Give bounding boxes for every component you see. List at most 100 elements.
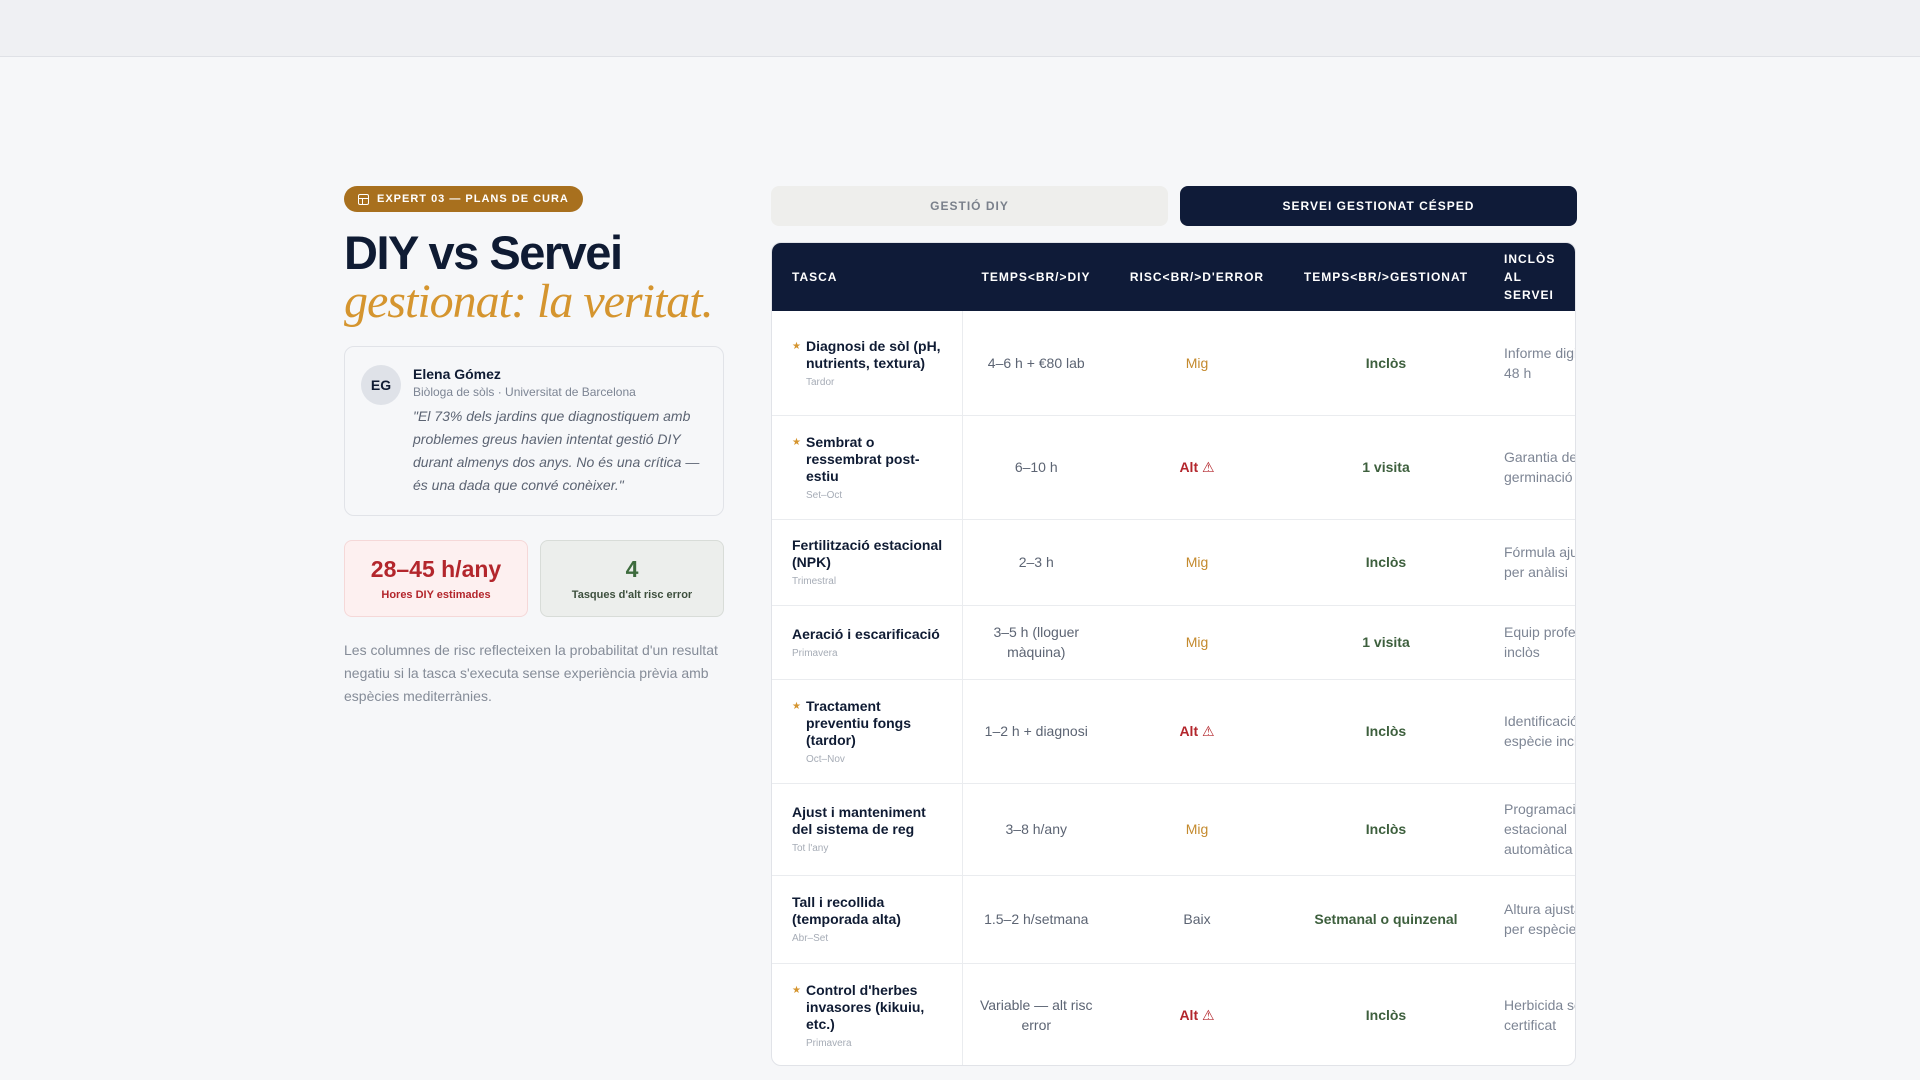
managed-time-cell: Inclòs bbox=[1284, 783, 1488, 876]
table-header-row: TASCA TEMPS<BR/>DIY RISC<BR/>D'ERROR TEM… bbox=[772, 243, 1575, 311]
table-row: ★ Diagnosi de sòl (pH, nutrients, textura… bbox=[772, 311, 1575, 416]
task-cell: ★ Sembrat o ressembrat post-estiu Set–Oct bbox=[772, 415, 963, 520]
star-icon: ★ bbox=[792, 984, 801, 996]
managed-time-cell: Inclòs bbox=[1284, 519, 1488, 606]
table-row: ★ Control d'herbes invasores (kikuiu, etc… bbox=[772, 963, 1575, 1065]
page-subtitle: gestionat: la veritat. bbox=[344, 275, 714, 328]
stats-row: 28–45 h/any Hores DIY estimades 4 Tasque… bbox=[344, 540, 724, 617]
view-tabs: GESTIÓ DIY SERVEI GESTIONAT CÉSPED bbox=[771, 186, 1577, 226]
header-task: TASCA bbox=[772, 243, 962, 311]
included-cell: Identificació espècie inclosa bbox=[1488, 679, 1575, 784]
stat-diy-hours: 28–45 h/any Hores DIY estimades bbox=[344, 540, 528, 617]
task-cell: ★ Tractament preventiu fongs (tardor) Oct–… bbox=[772, 679, 963, 784]
task-season: Abr–Set bbox=[792, 933, 829, 944]
tab-diy[interactable]: GESTIÓ DIY bbox=[771, 186, 1168, 226]
header-error-risk: RISC<BR/>D'ERROR bbox=[1110, 243, 1284, 311]
table-row: Tall i recollida (temporada alta) Abr–Set… bbox=[772, 875, 1575, 964]
task-cell: Fertilització estacional (NPK) Trimestral bbox=[772, 519, 963, 606]
task-cell: Aeració i escarificació Primavera bbox=[772, 605, 963, 680]
diy-time-cell: 4–6 h + €80 lab bbox=[962, 311, 1110, 416]
managed-time-cell: Setmanal o quinzenal bbox=[1284, 875, 1488, 964]
stat-value: 4 bbox=[625, 556, 639, 582]
avatar: EG bbox=[361, 365, 401, 405]
risk-note: Les columnes de risc reflecteixen la pro… bbox=[344, 642, 718, 704]
managed-time-cell: Inclòs bbox=[1284, 311, 1488, 416]
risk-value: Mig bbox=[1185, 354, 1209, 371]
task-name: Sembrat o ressembrat post-estiu bbox=[806, 433, 920, 484]
task-cell: ★ Control d'herbes invasores (kikuiu, etc… bbox=[772, 963, 963, 1065]
task-season: Primavera bbox=[792, 647, 838, 659]
expert-quote: "El 73% dels jardins que diagnostiquem a… bbox=[413, 408, 700, 493]
task-name: Tractament preventiu fongs (tardor) bbox=[806, 697, 912, 748]
stat-label: Hores DIY estimades bbox=[381, 589, 491, 601]
managed-time-cell: Inclòs bbox=[1284, 963, 1488, 1065]
top-bar bbox=[0, 0, 1920, 57]
included-cell: Herbicida selectiu certificat bbox=[1488, 963, 1575, 1065]
tab-managed-service[interactable]: SERVEI GESTIONAT CÉSPED bbox=[1180, 186, 1577, 226]
stat-value: 28–45 h/any bbox=[370, 556, 502, 582]
task-name: Control d'herbes invasores (kikuiu, etc.… bbox=[806, 981, 925, 1032]
task-name: Ajust i manteniment del sistema de reg bbox=[792, 804, 926, 837]
task-name: Diagnosi de sòl (pH, nutrients, textura) bbox=[806, 337, 941, 371]
managed-time-cell: 1 visita bbox=[1284, 415, 1488, 520]
star-icon: ★ bbox=[792, 340, 801, 352]
risk-cell: Mig bbox=[1110, 311, 1284, 416]
risk-value: Alt ⚠ bbox=[1179, 458, 1215, 475]
task-name: Tall i recollida (temporada alta) bbox=[792, 894, 901, 927]
risk-cell: Mig bbox=[1110, 605, 1284, 680]
task-cell: Tall i recollida (temporada alta) Abr–Set bbox=[772, 875, 963, 964]
page-title: DIY vs Servei bbox=[344, 226, 623, 279]
header-managed-time: TEMPS<BR/>GESTIONAT bbox=[1284, 243, 1488, 311]
diy-time-cell: 3–8 h/any bbox=[962, 783, 1110, 876]
table-row: Ajust i manteniment del sistema de reg To… bbox=[772, 783, 1575, 876]
table-row: ★ Tractament preventiu fongs (tardor) Oct–… bbox=[772, 679, 1575, 784]
stat-label: Tasques d'alt risc error bbox=[571, 589, 693, 601]
diy-time-cell: 1–2 h + diagnosi bbox=[962, 679, 1110, 784]
risk-cell: Alt ⚠ bbox=[1110, 679, 1284, 784]
task-name: Fertilització estacional (NPK) bbox=[792, 537, 943, 570]
risk-value: Baix bbox=[1183, 911, 1211, 927]
task-name: Aeració i escarificació bbox=[792, 625, 940, 642]
table-row: Aeració i escarificació Primavera 3–5 h (l… bbox=[772, 605, 1575, 680]
included-cell: Equip professional inclòs bbox=[1488, 605, 1575, 680]
risk-cell: Mig bbox=[1110, 783, 1284, 876]
risk-value: Mig bbox=[1185, 821, 1209, 837]
header-included: INCLÒS AL SERVEI bbox=[1488, 243, 1575, 311]
included-cell: Informe digital en 48 h bbox=[1488, 311, 1575, 416]
expert-name: Elena Gómez bbox=[413, 366, 501, 382]
diy-time-cell: 3–5 h (lloguer màquina) bbox=[962, 605, 1110, 680]
diy-time-cell: Variable — alt risc error bbox=[962, 963, 1110, 1065]
layout-icon bbox=[358, 193, 369, 205]
managed-time-cell: 1 visita bbox=[1284, 605, 1488, 680]
table-row: ★ Sembrat o ressembrat post-estiu Set–Oct 6… bbox=[772, 415, 1575, 520]
risk-value: Alt ⚠ bbox=[1179, 722, 1215, 739]
left-column: EXPERT 03 — PLANS DE CURA DIY vs Servei … bbox=[344, 186, 724, 708]
task-season: Primavera bbox=[806, 1037, 852, 1049]
expert-badge-label: EXPERT 03 — PLANS DE CURA bbox=[377, 193, 569, 205]
included-cell: Fórmula ajustada per anàlisi bbox=[1488, 519, 1575, 606]
managed-time-cell: Inclòs bbox=[1284, 679, 1488, 784]
risk-cell: Mig bbox=[1110, 519, 1284, 606]
risk-value: Alt ⚠ bbox=[1179, 1006, 1215, 1023]
expert-quote-card: EG Elena Gómez Biòloga de sòls · Univers… bbox=[344, 346, 724, 516]
expert-badge: EXPERT 03 — PLANS DE CURA bbox=[344, 186, 583, 212]
comparison-table: TASCA TEMPS<BR/>DIY RISC<BR/>D'ERROR TEM… bbox=[771, 242, 1576, 1066]
task-season: Tot l'any bbox=[792, 843, 829, 854]
expert-role: Biòloga de sòls · Universitat de Barcelo… bbox=[413, 385, 636, 399]
task-season: Oct–Nov bbox=[806, 753, 845, 765]
task-season: Tardor bbox=[806, 376, 835, 388]
risk-cell: Alt ⚠ bbox=[1110, 963, 1284, 1065]
stat-high-risk-tasks: 4 Tasques d'alt risc error bbox=[540, 540, 724, 617]
star-icon: ★ bbox=[792, 436, 801, 448]
task-season: Set–Oct bbox=[806, 489, 843, 501]
diy-time-cell: 2–3 h bbox=[962, 519, 1110, 606]
included-cell: Altura ajustada per espècie bbox=[1488, 875, 1575, 964]
diy-time-cell: 6–10 h bbox=[962, 415, 1110, 520]
included-cell: Garantia de germinació bbox=[1488, 415, 1575, 520]
risk-cell: Alt ⚠ bbox=[1110, 415, 1284, 520]
included-cell: Programació estacional automàtica bbox=[1488, 783, 1575, 876]
task-cell: Ajust i manteniment del sistema de reg To… bbox=[772, 783, 963, 876]
task-cell: ★ Diagnosi de sòl (pH, nutrients, textura… bbox=[772, 311, 963, 416]
star-icon: ★ bbox=[792, 700, 801, 712]
diy-time-cell: 1.5–2 h/setmana bbox=[962, 875, 1110, 964]
